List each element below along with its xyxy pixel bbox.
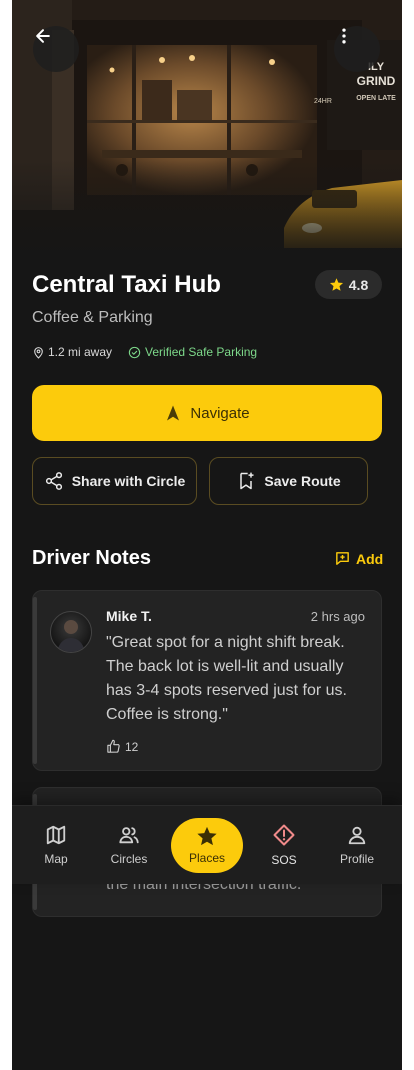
- arrow-left-icon: [36, 29, 50, 43]
- places-active-pill: Places: [171, 817, 243, 873]
- sign-hours: 24HR: [314, 98, 332, 105]
- more-vertical-icon: [342, 28, 346, 44]
- save-label: Save Route: [264, 473, 341, 489]
- thumbs-up-icon: [107, 739, 120, 753]
- place-meta: 1.2 mi away Verified Safe Parking: [32, 345, 257, 359]
- sign-line-2: GRIND: [356, 74, 396, 88]
- message-plus-icon: [336, 552, 349, 565]
- map-pin-icon: [34, 346, 43, 359]
- distance: 1.2 mi away: [32, 345, 112, 359]
- note-time: 2 hrs ago: [310, 609, 365, 624]
- share-icon: [45, 472, 62, 490]
- note-author: Mike T.: [106, 608, 152, 624]
- nav-label-circles: Circles: [110, 852, 148, 866]
- nav-label-map: Map: [44, 852, 68, 866]
- back-button[interactable]: [33, 26, 79, 72]
- nav-item-circles[interactable]: Circles: [104, 806, 154, 884]
- add-note-button[interactable]: Add: [334, 550, 383, 567]
- navigate-label: Navigate: [190, 404, 250, 422]
- share-label: Share with Circle: [71, 473, 186, 489]
- avatar-image: [57, 620, 85, 652]
- note-card: Mike T. 2 hrs ago "Great spot for a nigh…: [32, 590, 382, 771]
- user-icon: [348, 826, 366, 845]
- place-category: Coffee & Parking: [32, 309, 153, 326]
- add-label: Add: [356, 550, 384, 567]
- like-button[interactable]: 12: [106, 739, 138, 754]
- place-title: Central Taxi Hub: [32, 271, 221, 298]
- verified-text: Verified Safe Parking: [145, 345, 258, 359]
- nav-item-profile[interactable]: Profile: [332, 806, 382, 884]
- verified-badge: Verified Safe Parking: [128, 345, 257, 359]
- like-count: 12: [125, 739, 139, 754]
- avatar: [50, 611, 92, 653]
- sign-line-3: OPEN LATE: [356, 95, 396, 102]
- map-icon: [46, 825, 66, 845]
- alert-icon: [273, 824, 295, 846]
- navigate-button[interactable]: Navigate: [32, 385, 382, 441]
- share-with-circle-button[interactable]: Share with Circle: [32, 457, 197, 505]
- driver-notes-title: Driver Notes: [32, 547, 151, 569]
- hero-fade: [12, 160, 402, 265]
- bottom-nav: Map Circles Places SOS Profile: [12, 805, 402, 884]
- rating-value: 4.8: [348, 276, 369, 293]
- check-circle-icon: [128, 346, 141, 358]
- distance-text: 1.2 mi away: [48, 345, 113, 359]
- note-text: "Great spot for a night shift break. The…: [106, 634, 347, 723]
- rating-badge: 4.8: [315, 270, 382, 299]
- nav-item-sos[interactable]: SOS: [268, 806, 300, 884]
- save-route-button[interactable]: Save Route: [209, 457, 368, 505]
- place-detail-screen: ILY GRIND OPEN LATE 24HR Central Taxi Hu…: [12, 0, 402, 1070]
- star-icon: [197, 826, 217, 846]
- nav-item-map[interactable]: Map: [36, 806, 76, 884]
- more-options-button[interactable]: [334, 26, 380, 72]
- nav-item-places[interactable]: Places: [171, 806, 243, 884]
- users-icon: [119, 827, 139, 844]
- nav-label-profile: Profile: [339, 852, 374, 866]
- nav-label-places: Places: [188, 851, 226, 865]
- bookmark-plus-icon: [240, 472, 254, 490]
- navigation-arrow-icon: [167, 405, 180, 421]
- nav-label-sos: SOS: [271, 853, 297, 867]
- hero-photo: ILY GRIND OPEN LATE 24HR: [12, 0, 402, 265]
- star-icon: [329, 278, 343, 291]
